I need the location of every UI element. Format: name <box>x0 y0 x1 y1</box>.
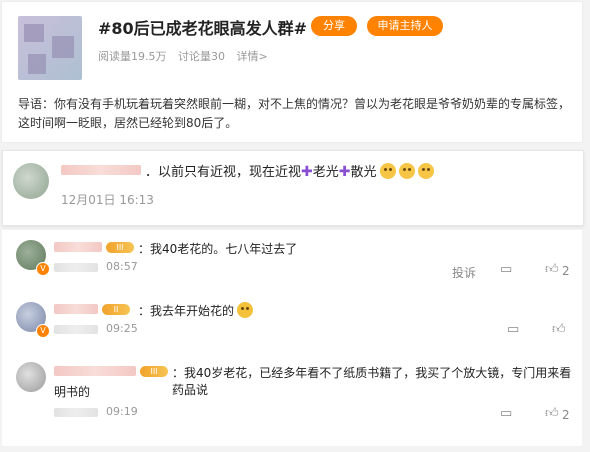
doge-icon <box>379 163 396 179</box>
list-item: V II ：我去年开始花的 09:25 ▭ 👍︎ <box>2 292 582 348</box>
like-icon[interactable]: 👍︎ <box>545 406 559 421</box>
like-icon[interactable]: 👍︎ <box>552 322 566 337</box>
like-count: 2 <box>562 264 570 278</box>
username-blurred[interactable] <box>54 242 102 252</box>
reply-text: ：我40岁老花，已经多年看不了纸质书籍了，我买了个放大镜，专门用来看药品说 <box>172 366 572 397</box>
topic-card: #80后已成老花眼高发人群# 分享 申请主持人 阅读量19.5万 讨论量30 详… <box>2 2 582 142</box>
reply-text-content: ：我去年开始花的 <box>138 304 235 318</box>
share-button[interactable]: 分享 <box>311 16 357 36</box>
list-item: V III ：我40老花的。七八年过去了 08:57 投诉 ▭ 👍︎ 2 <box>2 230 582 292</box>
username-blurred[interactable] <box>54 366 136 376</box>
comment-icon[interactable]: ▭ <box>507 322 519 337</box>
discussion-count: 讨论量30 <box>178 50 225 63</box>
read-count: 阅读量19.5万 <box>98 50 167 63</box>
reply-list: V III ：我40老花的。七八年过去了 08:57 投诉 ▭ 👍︎ 2 V I… <box>2 230 582 446</box>
main-comment-card: ．以前只有近视，现在近视✚老光✚散光 12月01日 16:13 <box>2 150 584 226</box>
comment-text-part: ．以前只有近视，现在近视 <box>145 165 302 180</box>
reply-time: 09:19 <box>106 405 138 418</box>
date-blurred <box>54 408 98 417</box>
username-blurred[interactable] <box>54 304 98 314</box>
apply-host-button[interactable]: 申请主持人 <box>367 16 443 36</box>
topic-thumbnail[interactable] <box>18 16 82 80</box>
comment-word: 老光 <box>312 165 339 180</box>
topic-intro: 导语：你有没有手机玩着玩着突然眼前一糊，对不上焦的情况？曾以为老花眼是爷爷奶奶辈… <box>18 97 571 130</box>
level-badge: III <box>106 242 134 253</box>
comment-icon[interactable]: ▭ <box>500 262 512 277</box>
report-button[interactable]: 投诉 <box>452 264 476 281</box>
list-item: III ：我40岁老花，已经多年看不了纸质书籍了，我买了个放大镜，专门用来看药品… <box>2 354 582 444</box>
username-blurred[interactable] <box>61 165 141 175</box>
reply-time: 08:57 <box>106 260 138 273</box>
verified-icon: V <box>36 324 50 338</box>
comment-word: 散光 <box>350 165 377 180</box>
reply-text-continued: 明书的 <box>54 385 91 399</box>
like-icon[interactable]: 👍︎ <box>545 262 559 277</box>
doge-icon <box>417 163 434 179</box>
level-badge: II <box>102 304 130 315</box>
date-blurred <box>54 325 98 334</box>
avatar[interactable] <box>16 362 46 392</box>
avatar[interactable] <box>13 163 49 199</box>
comment-text: ．以前只有近视，现在近视✚老光✚散光 <box>145 161 434 180</box>
level-badge: III <box>140 366 168 377</box>
plus-icon: ✚ <box>301 164 313 180</box>
comment-icon[interactable]: ▭ <box>500 406 512 421</box>
topic-title[interactable]: #80后已成老花眼高发人群# <box>98 15 307 39</box>
reply-text: ：我去年开始花的 <box>138 302 254 319</box>
crying-face-icon <box>237 302 254 318</box>
reply-time: 09:25 <box>106 322 138 335</box>
comment-time: 12月01日 16:13 <box>61 193 154 207</box>
date-blurred <box>54 263 98 272</box>
topic-stats: 阅读量19.5万 讨论量30 详情> <box>98 48 276 64</box>
details-link[interactable]: 详情> <box>237 50 268 63</box>
plus-icon: ✚ <box>338 164 351 180</box>
like-count: 2 <box>562 408 570 422</box>
doge-icon <box>398 163 415 179</box>
reply-text: ：我40老花的。七八年过去了 <box>138 242 298 256</box>
verified-icon: V <box>36 262 50 276</box>
